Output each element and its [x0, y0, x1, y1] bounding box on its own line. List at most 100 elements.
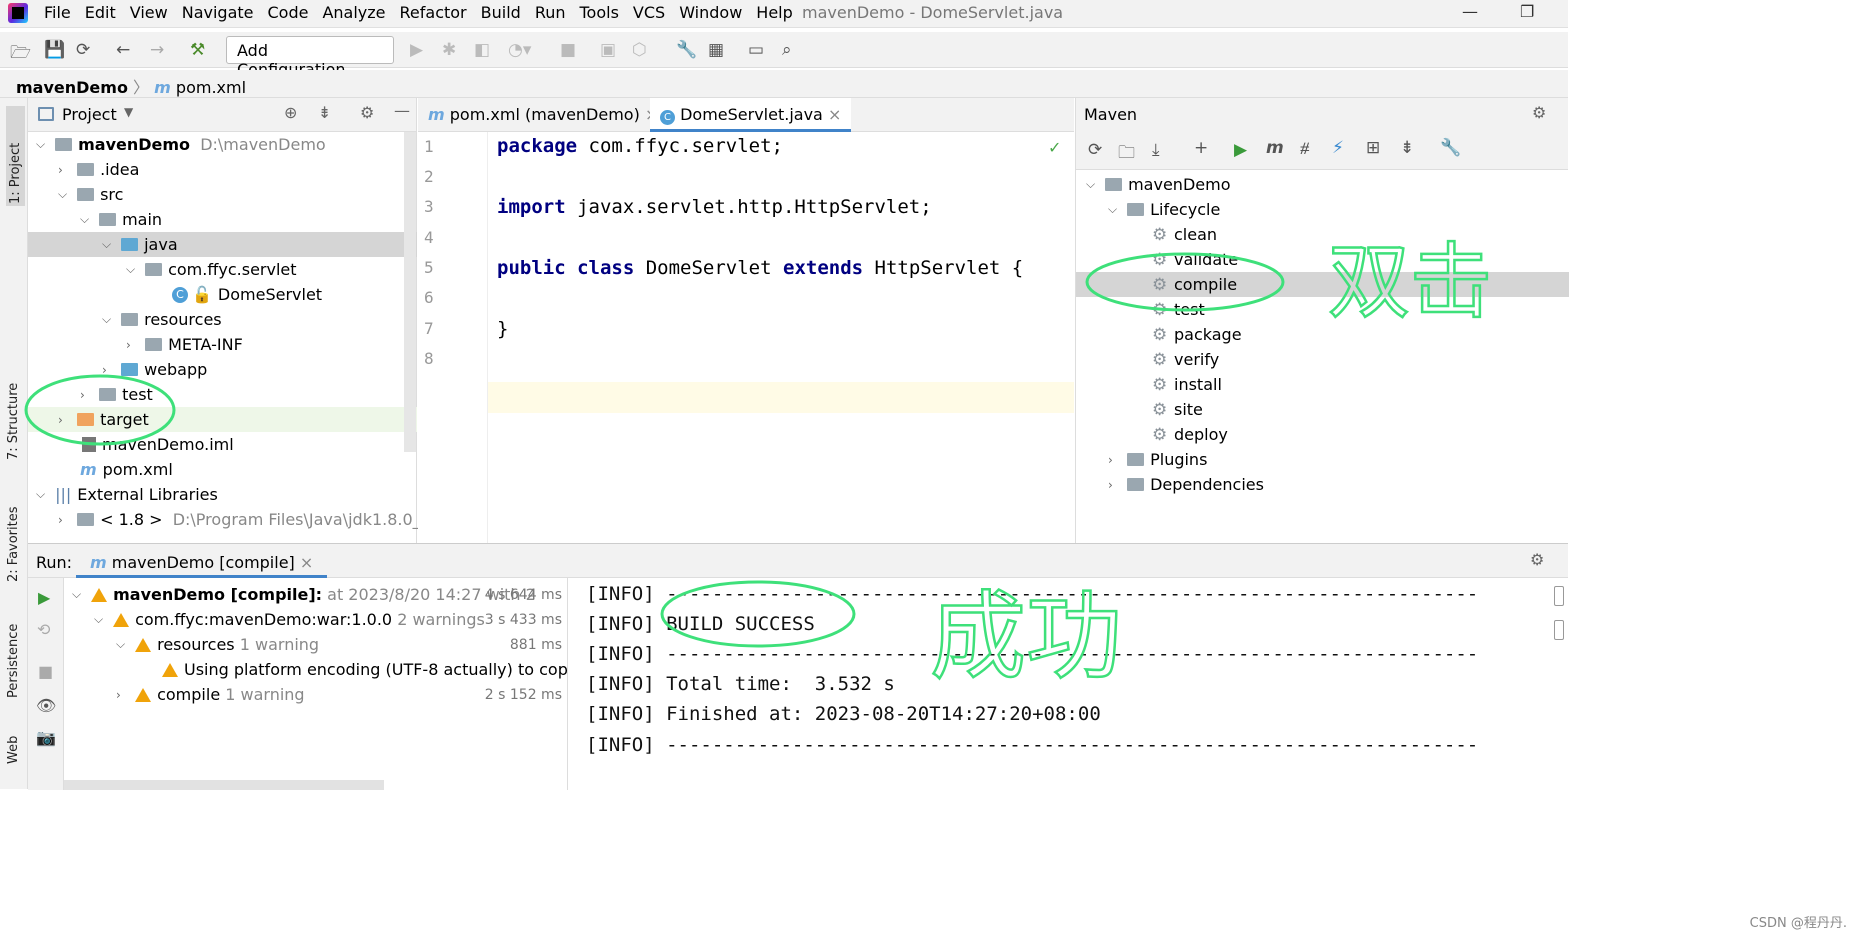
expand-arrow-icon[interactable]: ⌵: [58, 187, 72, 202]
menu-help[interactable]: Help: [756, 3, 792, 22]
expand-arrow-icon[interactable]: ⌵: [80, 212, 94, 227]
tree-item-external-libraries[interactable]: ⌵ ||| External Libraries: [36, 482, 218, 507]
collapsed-arrow-icon[interactable]: ›: [126, 338, 140, 352]
maven-phase-verify[interactable]: ⚙ verify: [1152, 347, 1219, 372]
open-folder-icon[interactable]: 🗁: [10, 40, 31, 69]
run-item-warning-message[interactable]: Using platform encoding (UTF-8 actually)…: [162, 657, 603, 682]
maven-lifecycle[interactable]: ⌵ Lifecycle: [1108, 197, 1220, 222]
tree-item-meta-inf[interactable]: › META-INF: [126, 332, 243, 357]
save-icon[interactable]: 💾: [44, 40, 65, 60]
rerun-failed-icon[interactable]: ⟲: [37, 620, 50, 639]
sync-icon[interactable]: ⟳: [76, 40, 90, 60]
add-icon[interactable]: +: [1194, 138, 1208, 158]
eye-icon[interactable]: 👁: [36, 696, 56, 715]
gear-icon[interactable]: ⚙: [1532, 103, 1546, 122]
rerun-icon[interactable]: ▶: [38, 588, 50, 607]
code-line-7[interactable]: }: [497, 318, 508, 340]
collapsed-arrow-icon[interactable]: ›: [1108, 453, 1122, 467]
run-item-module[interactable]: ⌵ com.ffyc:mavenDemo:war:1.0.0 2 warning…: [94, 607, 568, 632]
expand-arrow-icon[interactable]: ⌵: [102, 237, 116, 252]
chevron-down-icon[interactable]: ▼: [124, 105, 133, 119]
expand-arrow-icon[interactable]: ⌵: [72, 587, 86, 602]
tree-item-domeservlet[interactable]: C 🔓 DomeServlet: [172, 282, 322, 307]
collapsed-arrow-icon[interactable]: ›: [1108, 478, 1122, 492]
services-icon[interactable]: ⬡: [632, 40, 647, 60]
run-item-root[interactable]: ⌵ mavenDemo [compile]: at 2023/8/20 14:2…: [72, 582, 568, 607]
maven-phase-compile[interactable]: ⚙ compile: [1076, 272, 1569, 297]
project-panel-title[interactable]: Project: [62, 105, 117, 124]
project-scrollbar[interactable]: [404, 132, 416, 452]
menu-file[interactable]: File: [44, 3, 71, 22]
expand-arrow-icon[interactable]: ⌵: [102, 312, 116, 327]
menu-analyze[interactable]: Analyze: [322, 3, 385, 22]
profile-icon[interactable]: ◔▾: [508, 40, 531, 60]
terminal-icon[interactable]: ▭: [748, 40, 764, 60]
expand-arrow-icon[interactable]: ⌵: [1108, 202, 1122, 217]
maven-plugins[interactable]: › Plugins: [1108, 447, 1207, 472]
run-item-compile[interactable]: › compile 1 warning 2 s 152 ms: [116, 682, 568, 707]
skip-tests-icon[interactable]: ⚡: [1332, 138, 1344, 158]
project-structure-icon[interactable]: ▦: [708, 40, 724, 60]
menu-run[interactable]: Run: [535, 3, 566, 22]
menu-vcs[interactable]: VCS: [633, 3, 665, 22]
maven-phase-clean[interactable]: ⚙ clean: [1152, 222, 1217, 247]
collapsed-arrow-icon[interactable]: ›: [58, 513, 72, 527]
collapse-all-icon[interactable]: ⇟: [1400, 138, 1414, 158]
close-icon[interactable]: ×: [828, 105, 841, 124]
maven-phase-deploy[interactable]: ⚙ deploy: [1152, 422, 1228, 447]
close-icon[interactable]: ×: [300, 553, 313, 572]
breadcrumb-file[interactable]: pom.xml: [176, 78, 246, 97]
structure-tool-tab[interactable]: 7: Structure: [6, 360, 21, 460]
tree-item-idea[interactable]: › .idea: [58, 157, 139, 182]
tree-item-mavendemo[interactable]: ⌵ mavenDemo D:\mavenDemo: [36, 132, 326, 157]
tree-item-main[interactable]: ⌵ main: [80, 207, 162, 232]
coverage-icon[interactable]: ◧: [474, 40, 490, 60]
search-icon[interactable]: ⌕: [782, 40, 792, 60]
run-icon[interactable]: ▶: [410, 40, 423, 60]
maven-goal-icon[interactable]: m: [1266, 138, 1284, 158]
favorites-tool-tab[interactable]: 2: Favorites: [6, 482, 21, 582]
persistence-tool-tab[interactable]: Persistence: [6, 608, 21, 698]
tree-item-java[interactable]: ⌵ java: [28, 232, 417, 257]
locate-icon[interactable]: ⊕: [284, 103, 297, 122]
show-dependencies-icon[interactable]: ⊞: [1366, 138, 1380, 158]
forward-icon[interactable]: →: [150, 40, 164, 60]
menu-build[interactable]: Build: [481, 3, 521, 22]
back-icon[interactable]: ←: [116, 40, 130, 60]
run-item-resources[interactable]: ⌵ resources 1 warning 881 ms: [116, 632, 568, 657]
code-line-3[interactable]: import javax.servlet.http.HttpServlet;: [497, 196, 932, 218]
stop-icon[interactable]: ■: [560, 40, 576, 60]
menu-view[interactable]: View: [130, 3, 168, 22]
menu-refactor[interactable]: Refactor: [400, 3, 467, 22]
attach-icon[interactable]: ▣: [600, 40, 616, 60]
reimport-folder-icon[interactable]: 🗀: [1118, 140, 1135, 169]
console-output[interactable]: [INFO] ---------------------------------…: [568, 578, 1568, 790]
web-tool-tab[interactable]: Web: [6, 724, 21, 764]
expand-arrow-icon[interactable]: ⌵: [116, 637, 130, 652]
maven-root[interactable]: ⌵ mavenDemo: [1086, 172, 1230, 197]
maven-phase-site[interactable]: ⚙ site: [1152, 397, 1203, 422]
console-scroll-up-icon[interactable]: [1554, 586, 1564, 606]
toggle-offline-icon[interactable]: ⧣: [1300, 138, 1310, 158]
add-configuration-button[interactable]: Add Configuration...: [226, 36, 394, 79]
collapsed-arrow-icon[interactable]: ›: [58, 163, 72, 177]
expand-arrow-icon[interactable]: ⌵: [36, 137, 50, 152]
hide-icon[interactable]: —: [394, 101, 410, 120]
code-line-1[interactable]: package com.ffyc.servlet;: [497, 135, 783, 157]
stop-icon[interactable]: ■: [38, 662, 53, 681]
reload-icon[interactable]: ⟳: [1088, 140, 1102, 160]
tree-item-package[interactable]: ⌵ com.ffyc.servlet: [126, 257, 297, 282]
camera-icon[interactable]: 📷: [36, 728, 56, 747]
download-icon[interactable]: ⤓: [1152, 140, 1160, 160]
run-tree-scrollbar[interactable]: [64, 780, 384, 790]
collapse-all-icon[interactable]: ⇟: [318, 103, 331, 122]
tree-item-resources[interactable]: ⌵ resources: [102, 307, 222, 332]
run-icon[interactable]: ▶: [1234, 140, 1247, 160]
maven-phase-test[interactable]: ⚙ test: [1152, 297, 1205, 322]
gear-icon[interactable]: ⚙: [360, 103, 374, 122]
tab-domeservlet[interactable]: C DomeServlet.java ×: [650, 98, 852, 132]
maven-phase-validate[interactable]: ⚙ validate: [1152, 247, 1238, 272]
expand-arrow-icon[interactable]: ⌵: [126, 262, 140, 277]
menu-code[interactable]: Code: [268, 3, 309, 22]
tree-item-pom[interactable]: m pom.xml: [80, 457, 173, 482]
